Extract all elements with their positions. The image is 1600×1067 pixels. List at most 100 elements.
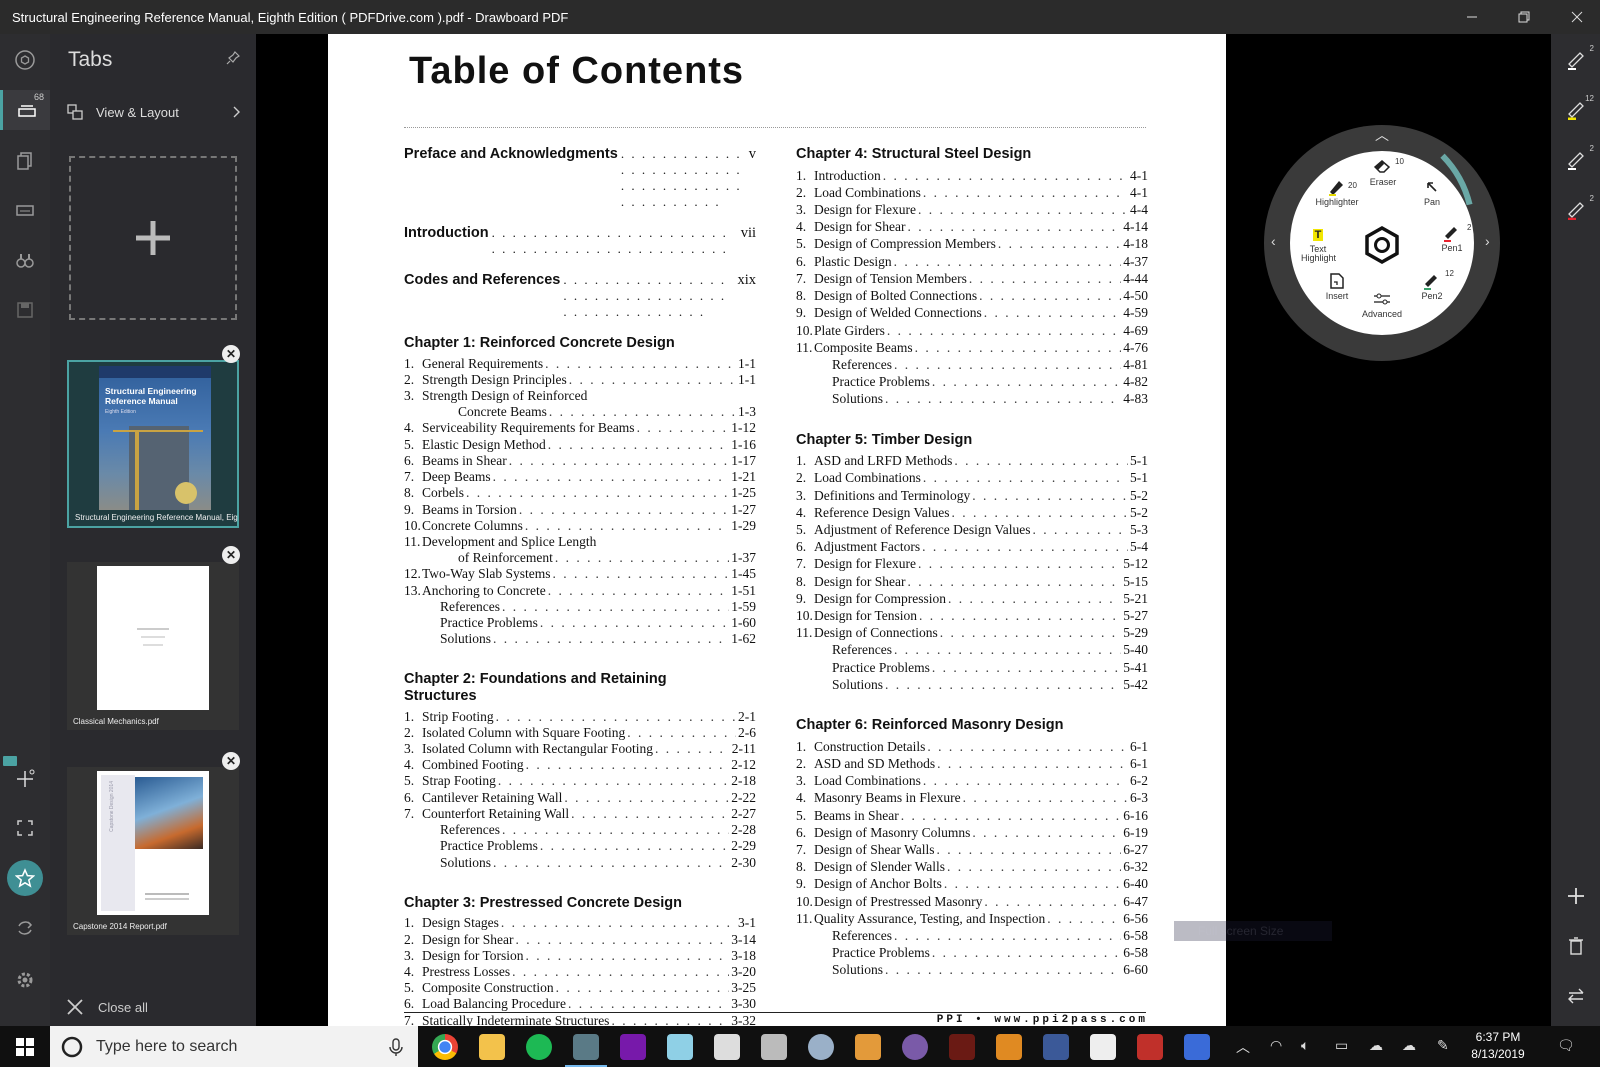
toc-entry[interactable]: Practice Problems 6-58 xyxy=(796,944,1148,961)
toc-front-matter[interactable]: Introduction vii xyxy=(404,225,756,257)
toc-entry[interactable]: Concrete Beams 1-3 xyxy=(404,404,756,420)
toc-entry[interactable]: 10.Design of Prestressed Masonry 6-47 xyxy=(796,893,1148,910)
cloud-icon[interactable]: ☁︎ xyxy=(1402,1037,1416,1054)
close-tab-button[interactable]: ✕ xyxy=(222,752,240,770)
podcast-icon[interactable] xyxy=(761,1034,787,1060)
pen-tray-icon[interactable]: ✎ xyxy=(1437,1037,1449,1054)
matlab-icon[interactable] xyxy=(1184,1034,1210,1060)
toc-entry[interactable]: 4. Combined Footing 2-12 xyxy=(404,757,756,773)
chevron-left-icon[interactable]: ‹ xyxy=(1271,233,1276,249)
tab-thumbnail-classical[interactable]: Classical Mechanics.pdf xyxy=(67,562,239,730)
toc-entry[interactable]: References 6-58 xyxy=(796,927,1148,944)
toc-entry[interactable]: 2. Design for Shear 3-14 xyxy=(404,932,756,948)
toc-entry[interactable]: 4. Masonry Beams in Flexure 6-3 xyxy=(796,789,1148,806)
toc-entry[interactable]: 3. Strength Design of Reinforced xyxy=(404,388,756,404)
chrome-icon[interactable] xyxy=(432,1034,458,1060)
tab-thumbnail-structural[interactable]: Structural Engineering Reference Manual … xyxy=(67,360,239,528)
toc-entry[interactable]: Solutions 4-83 xyxy=(796,390,1148,407)
toc-entry[interactable]: References 2-28 xyxy=(404,822,756,838)
toc-entry[interactable]: Solutions 2-30 xyxy=(404,855,756,871)
toc-entry[interactable]: 8. Design of Slender Walls 6-32 xyxy=(796,858,1148,875)
toc-entry[interactable]: Practice Problems 4-82 xyxy=(796,373,1148,390)
restore-button[interactable] xyxy=(1500,0,1547,34)
toc-entry[interactable]: 7. Counterfort Retaining Wall 2-27 xyxy=(404,806,756,822)
pan-tool[interactable]: Pan xyxy=(1402,177,1462,207)
toc-entry[interactable]: 12.Two-Way Slab Systems 1-45 xyxy=(404,566,756,582)
toc-entry[interactable]: 4. Reference Design Values 5-2 xyxy=(796,504,1148,521)
toc-entry[interactable]: 5. Elastic Design Method 1-16 xyxy=(404,437,756,453)
close-all-button[interactable]: Close all xyxy=(66,998,148,1016)
toc-entry[interactable]: 5. Adjustment of Reference Design Values 5… xyxy=(796,521,1148,538)
toc-entry[interactable]: Solutions 1-62 xyxy=(404,631,756,647)
swap-button[interactable] xyxy=(1551,976,1600,1016)
pdf-page[interactable]: Table of Contents Preface and Acknowledg… xyxy=(328,34,1226,1026)
highlighter-tool[interactable]: Highlighter 20 xyxy=(1307,177,1367,207)
toc-entry[interactable]: 9. Design of Anchor Bolts 6-40 xyxy=(796,875,1148,892)
toc-entry[interactable]: 1. Design Stages 3-1 xyxy=(404,915,756,931)
toc-entry[interactable]: 10.Concrete Columns 1-29 xyxy=(404,518,756,534)
toc-entry[interactable]: 4. Serviceability Requirements for Beams 1… xyxy=(404,420,756,436)
sync-button[interactable] xyxy=(0,908,50,948)
toc-entry[interactable]: of Reinforcement 1-37 xyxy=(404,550,756,566)
pen-preset-1[interactable]: 2 xyxy=(1551,40,1600,80)
tabs-button[interactable]: 68 xyxy=(0,90,50,130)
toc-entry[interactable]: 5. Composite Construction 3-25 xyxy=(404,980,756,996)
toc-entry[interactable]: 6. Cantilever Retaining Wall 2-22 xyxy=(404,790,756,806)
toc-entry[interactable]: Solutions 5-42 xyxy=(796,676,1148,693)
favorites-button[interactable] xyxy=(0,858,50,898)
display-icon[interactable]: ▭ xyxy=(1335,1037,1348,1054)
chevron-right-icon[interactable]: › xyxy=(1485,233,1490,249)
pen-preset-3[interactable]: 2 xyxy=(1551,140,1600,180)
toc-entry[interactable]: 7. Deep Beams 1-21 xyxy=(404,469,756,485)
toc-entry[interactable]: 11. Development and Splice Length xyxy=(404,534,756,550)
toc-entry[interactable]: 7. Design for Flexure 5-12 xyxy=(796,555,1148,572)
pin-button[interactable] xyxy=(226,51,240,70)
toc-entry[interactable]: 1. Construction Details 6-1 xyxy=(796,738,1148,755)
toc-entry[interactable]: 2. Load Combinations 5-1 xyxy=(796,469,1148,486)
toc-entry[interactable]: 1. Introduction 4-1 xyxy=(796,167,1148,184)
toc-entry[interactable]: 3. Load Combinations 6-2 xyxy=(796,772,1148,789)
notifications-icon[interactable]: 🗨︎ xyxy=(1557,1037,1575,1054)
chevron-up-icon[interactable]: ︿ xyxy=(1236,1037,1250,1057)
volume-icon[interactable]: 🔈︎ xyxy=(1301,1037,1309,1054)
toc-entry[interactable]: 5. Beams in Shear 6-16 xyxy=(796,807,1148,824)
app-icon[interactable] xyxy=(667,1034,693,1060)
toc-entry[interactable]: 8. Design for Shear 5-15 xyxy=(796,573,1148,590)
toc-entry[interactable]: 6. Plastic Design 4-37 xyxy=(796,253,1148,270)
toc-entry[interactable]: 3. Design for Flexure 4-4 xyxy=(796,201,1148,218)
toc-entry[interactable]: 2. Strength Design Principles 1-1 xyxy=(404,372,756,388)
tab-thumbnail-capstone[interactable]: Capstone Design 2014 Capstone 2014 Repor… xyxy=(67,767,239,935)
mail-icon[interactable] xyxy=(714,1034,740,1060)
toc-entry[interactable]: References 1-59 xyxy=(404,599,756,615)
paint-icon[interactable] xyxy=(808,1034,834,1060)
toc-entry[interactable]: Solutions 6-60 xyxy=(796,961,1148,978)
delete-button[interactable] xyxy=(1551,926,1600,966)
taskbar-search[interactable]: Type here to search xyxy=(50,1026,418,1067)
onedrive-icon[interactable]: ☁︎ xyxy=(1369,1037,1383,1054)
toc-entry[interactable]: References 5-40 xyxy=(796,641,1148,658)
start-button[interactable] xyxy=(0,1026,50,1067)
toc-entry[interactable]: 1. ASD and LRFD Methods 5-1 xyxy=(796,452,1148,469)
toc-entry[interactable]: 4. Design for Shear 4-14 xyxy=(796,218,1148,235)
wifi-icon[interactable]: ◠ xyxy=(1270,1037,1282,1054)
chapter-heading[interactable]: Chapter 6: Reinforced Masonry Design xyxy=(796,717,1148,734)
add-page-button[interactable] xyxy=(0,756,50,798)
toc-entry[interactable]: Practice Problems 1-60 xyxy=(404,615,756,631)
toc-entry[interactable]: 1. Strip Footing 2-1 xyxy=(404,709,756,725)
chapter-heading[interactable]: Chapter 3: Prestressed Concrete Design xyxy=(404,895,756,912)
toc-entry[interactable]: 6. Adjustment Factors 5-4 xyxy=(796,538,1148,555)
search-document-button[interactable] xyxy=(0,240,50,280)
save-button[interactable] xyxy=(0,290,50,330)
add-pen-button[interactable] xyxy=(1551,876,1600,916)
video-icon[interactable] xyxy=(855,1034,881,1060)
facebook-icon[interactable] xyxy=(1043,1034,1069,1060)
pen-preset-2[interactable]: 12 xyxy=(1551,90,1600,130)
toc-entry[interactable]: 9. Design of Welded Connections 4-59 xyxy=(796,304,1148,321)
drawboard-icon[interactable] xyxy=(565,1034,607,1067)
toc-entry[interactable]: 8. Design of Bolted Connections 4-50 xyxy=(796,287,1148,304)
pen-preset-4[interactable]: 2 xyxy=(1551,190,1600,230)
settings-button[interactable] xyxy=(0,960,50,1000)
toc-front-matter[interactable]: Preface and Acknowledgments v xyxy=(404,146,756,210)
file-explorer-icon[interactable] xyxy=(479,1034,505,1060)
toc-entry[interactable]: 2. ASD and SD Methods 6-1 xyxy=(796,755,1148,772)
